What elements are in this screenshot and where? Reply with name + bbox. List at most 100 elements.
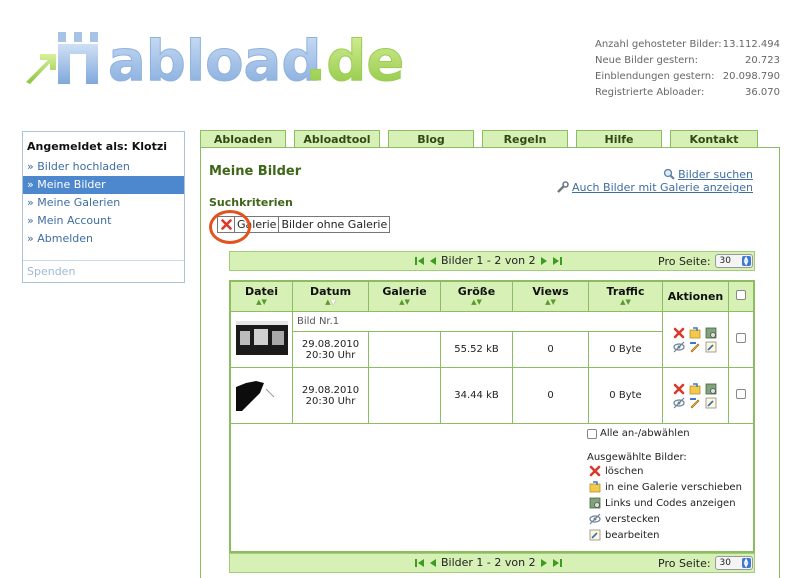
size-cell: 55.52 kB — [440, 331, 513, 368]
row-actions — [662, 367, 729, 424]
sort-arrows-icon[interactable]: ▲▼ — [513, 298, 588, 307]
delete-icon[interactable] — [673, 383, 685, 395]
folder-move-icon[interactable] — [689, 326, 701, 339]
first-page-icon[interactable] — [415, 558, 425, 568]
tab-blog[interactable]: Blog — [388, 130, 474, 148]
per-page-select[interactable]: 30 ▲ ▼ — [714, 254, 753, 268]
bulk-actions-cell: Alle an-/abwählen Ausgewählte Bilder: lö… — [230, 423, 754, 552]
page-range: Bilder 1 - 2 von 2 — [441, 254, 536, 267]
prev-page-icon[interactable] — [429, 558, 437, 568]
edit-icon — [589, 529, 601, 541]
row-checkbox[interactable] — [736, 389, 746, 399]
row-actions — [662, 311, 729, 368]
sort-arrows-icon[interactable]: ▲▼ — [441, 298, 512, 307]
tab-abloadtool[interactable]: Abloadtool — [294, 130, 380, 148]
per-page-label: Pro Seite: — [658, 254, 711, 268]
codes-icon[interactable] — [705, 383, 717, 395]
sidebar-item-upload[interactable]: » Bilder hochladen — [23, 158, 184, 176]
select-all-toggle[interactable]: Alle an-/abwählen — [587, 428, 690, 439]
search-criteria-title: Suchkriterien — [209, 196, 293, 209]
traffic-cell: 0 Byte — [588, 367, 663, 424]
bulk-edit[interactable]: bearbeiten — [589, 529, 659, 541]
col-datum[interactable]: Datum ▲▼ — [292, 281, 369, 312]
tab-regeln[interactable]: Regeln — [482, 130, 568, 148]
selected-images-title: Ausgewählte Bilder: — [587, 452, 687, 463]
stat-row: Registrierte Abloader: 36.070 — [595, 87, 780, 98]
col-select — [728, 281, 754, 312]
show-gallery-images-link[interactable]: Auch Bilder mit Galerie anzeigen — [557, 181, 753, 194]
bulk-delete[interactable]: löschen — [589, 465, 643, 477]
select-all-checkbox[interactable] — [587, 428, 597, 439]
col-views[interactable]: Views ▲▼ — [512, 281, 589, 312]
rename-icon[interactable] — [689, 397, 701, 409]
folder-move-icon[interactable] — [689, 382, 701, 395]
folder-move-icon — [589, 481, 601, 493]
per-page-control: Pro Seite: 30 ▲ ▼ — [658, 556, 753, 570]
wrench-icon — [557, 181, 569, 193]
sidebar-item-donate[interactable]: Spenden — [23, 263, 184, 281]
sidebar-item-my-galleries[interactable]: » Meine Galerien — [23, 194, 184, 212]
main-content: Meine Bilder Bilder suchen Auch Bilder m… — [200, 147, 780, 578]
views-cell: 0 — [512, 367, 589, 424]
abload-logo[interactable]: abload .de — [22, 29, 405, 95]
select-all-checkbox-header[interactable] — [736, 290, 746, 300]
sort-arrows-icon[interactable]: ▲▼ — [293, 298, 368, 307]
col-traffic[interactable]: Traffic ▲▼ — [588, 281, 663, 312]
prev-page-icon[interactable] — [429, 256, 437, 266]
next-page-icon[interactable] — [540, 558, 548, 568]
tab-abloaden[interactable]: Abloaden — [200, 130, 286, 148]
gallery-cell — [368, 367, 441, 424]
table-row: Bild Nr.1 — [230, 311, 754, 368]
pager-top: Bilder 1 - 2 von 2 Pro Seite: 30 ▲ ▼ — [229, 251, 755, 271]
last-page-icon[interactable] — [552, 558, 562, 568]
col-datei[interactable]: Datei ▲▼ — [230, 281, 293, 312]
hide-icon[interactable] — [672, 341, 685, 353]
sidebar-item-logout[interactable]: » Abmelden — [23, 230, 184, 248]
svg-text:abload: abload — [108, 30, 321, 90]
rename-icon[interactable] — [689, 341, 701, 353]
pager-nav: Bilder 1 - 2 von 2 — [415, 556, 562, 569]
sort-arrows-icon[interactable]: ▲▼ — [231, 298, 292, 307]
size-cell: 34.44 kB — [440, 367, 513, 424]
page-range: Bilder 1 - 2 von 2 — [441, 556, 536, 569]
col-galerie[interactable]: Galerie ▲▼ — [368, 281, 441, 312]
first-page-icon[interactable] — [415, 256, 425, 266]
select-arrows-icon: ▲ ▼ — [741, 256, 751, 267]
edit-icon[interactable] — [705, 341, 717, 353]
stat-row: Einblendungen gestern: 20.098.790 — [595, 71, 780, 82]
page-title: Meine Bilder — [209, 164, 302, 179]
sidebar-item-my-account[interactable]: » Mein Account — [23, 212, 184, 230]
per-page-select[interactable]: 30 ▲ ▼ — [714, 556, 753, 570]
search-images-link[interactable]: Bilder suchen — [663, 168, 753, 181]
thumbnail-cell — [230, 367, 293, 424]
row-checkbox[interactable] — [736, 333, 746, 343]
select-arrows-icon: ▲ ▼ — [741, 558, 751, 569]
tab-hilfe[interactable]: Hilfe — [576, 130, 662, 148]
magnifier-icon — [663, 168, 675, 180]
codes-icon[interactable] — [705, 327, 717, 339]
account-sidebar: Angemeldet als: Klotzi » Bilder hochlade… — [22, 131, 185, 283]
views-cell: 0 — [512, 331, 589, 368]
next-page-icon[interactable] — [540, 256, 548, 266]
sort-arrows-icon[interactable]: ▲▼ — [589, 298, 662, 307]
stat-row: Anzahl gehosteter Bilder: 13.112.494 — [595, 39, 780, 50]
bulk-actions-row: Alle an-/abwählen Ausgewählte Bilder: lö… — [230, 423, 754, 552]
table-row: 29.08.2010 20:30 Uhr 34.44 kB 0 0 Byte — [230, 367, 754, 424]
bulk-show-codes[interactable]: Links und Codes anzeigen — [589, 497, 736, 509]
edit-icon[interactable] — [705, 397, 717, 409]
sidebar-item-my-images[interactable]: » Meine Bilder — [23, 176, 184, 194]
delete-icon[interactable] — [673, 327, 685, 339]
image-thumbnail[interactable] — [235, 377, 288, 411]
bulk-hide[interactable]: verstecken — [589, 513, 660, 525]
codes-icon — [589, 497, 601, 509]
table-header-row: Datei ▲▼ Datum ▲▼ Galerie ▲▼ Größe ▲▼ Views ▲… — [230, 281, 754, 312]
stat-row: Neue Bilder gestern: 20.723 — [595, 55, 780, 66]
hide-icon[interactable] — [672, 397, 685, 409]
bulk-move-to-gallery[interactable]: in eine Galerie verschieben — [589, 481, 742, 493]
last-page-icon[interactable] — [552, 256, 562, 266]
sort-arrows-icon[interactable]: ▲▼ — [369, 298, 440, 307]
site-stats: Anzahl gehosteter Bilder: 13.112.494 Neue… — [595, 37, 780, 101]
image-thumbnail[interactable] — [235, 321, 288, 355]
tab-kontakt[interactable]: Kontakt — [670, 130, 758, 148]
col-groesse[interactable]: Größe ▲▼ — [440, 281, 513, 312]
